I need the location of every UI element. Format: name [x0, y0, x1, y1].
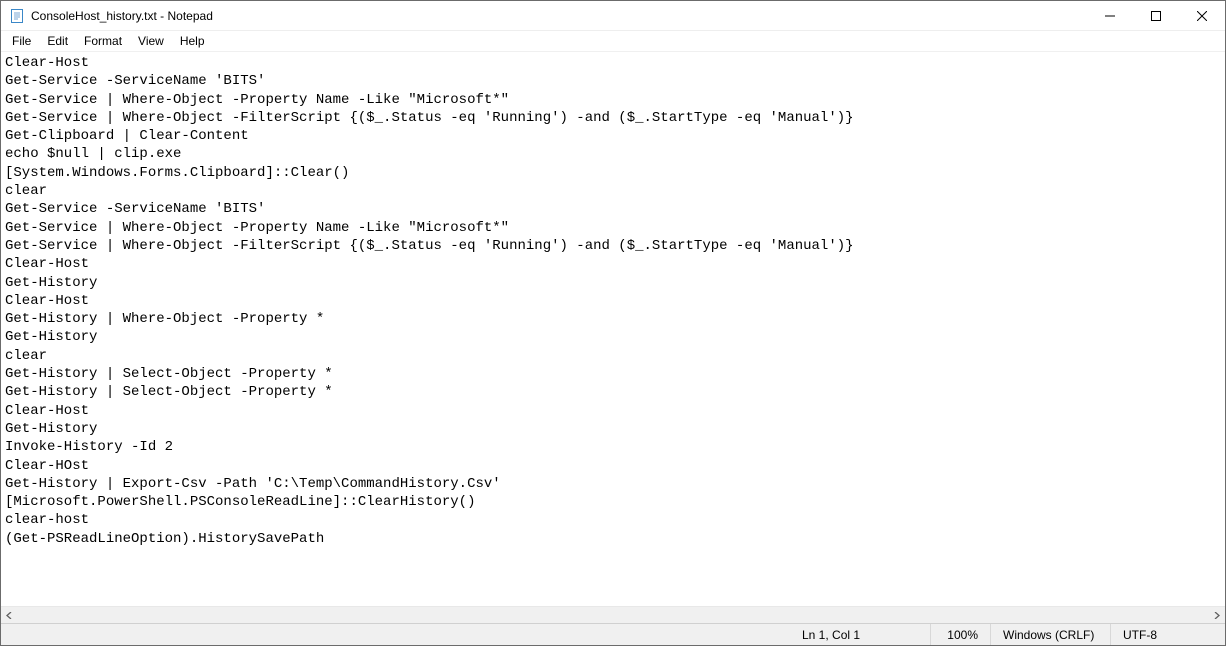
horizontal-scrollbar[interactable] — [1, 606, 1225, 623]
menu-help[interactable]: Help — [173, 33, 212, 49]
minimize-button[interactable] — [1087, 1, 1133, 30]
menu-file[interactable]: File — [5, 33, 38, 49]
editor-area: Clear-Host Get-Service -ServiceName 'BIT… — [1, 51, 1225, 623]
menu-format[interactable]: Format — [77, 33, 129, 49]
maximize-icon — [1151, 11, 1161, 21]
menu-view[interactable]: View — [131, 33, 171, 49]
window-controls — [1087, 1, 1225, 30]
scrollbar-track[interactable] — [18, 607, 1208, 623]
window-title: ConsoleHost_history.txt - Notepad — [31, 9, 213, 23]
scroll-right-arrow-icon[interactable] — [1208, 607, 1225, 624]
scroll-left-arrow-icon[interactable] — [1, 607, 18, 624]
status-zoom: 100% — [930, 624, 990, 645]
status-line-ending: Windows (CRLF) — [990, 624, 1110, 645]
close-button[interactable] — [1179, 1, 1225, 30]
close-icon — [1197, 11, 1207, 21]
maximize-button[interactable] — [1133, 1, 1179, 30]
titlebar: ConsoleHost_history.txt - Notepad — [1, 1, 1225, 31]
status-encoding: UTF-8 — [1110, 624, 1225, 645]
status-cursor-position: Ln 1, Col 1 — [790, 624, 930, 645]
menubar: File Edit Format View Help — [1, 31, 1225, 51]
menu-edit[interactable]: Edit — [40, 33, 75, 49]
notepad-icon — [9, 8, 25, 24]
statusbar: Ln 1, Col 1 100% Windows (CRLF) UTF-8 — [1, 623, 1225, 645]
text-editor[interactable]: Clear-Host Get-Service -ServiceName 'BIT… — [1, 52, 1225, 606]
minimize-icon — [1105, 11, 1115, 21]
